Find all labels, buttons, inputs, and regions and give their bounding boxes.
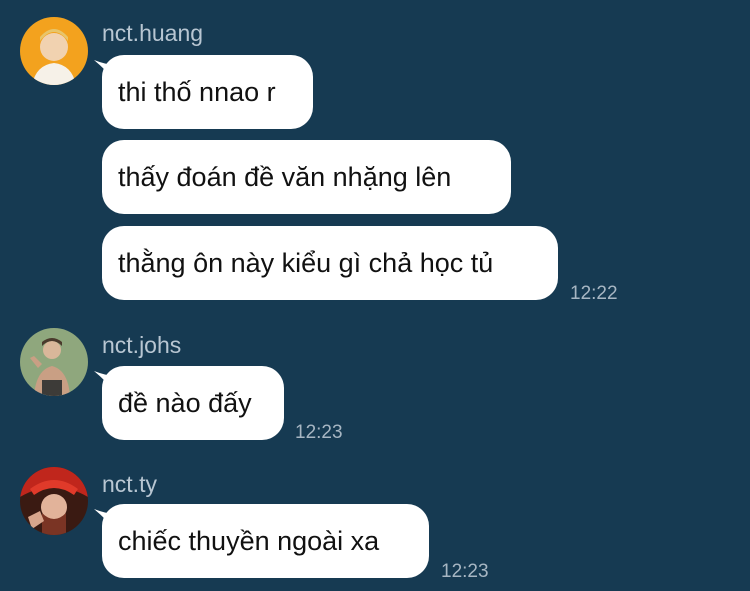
message-bubble[interactable]: thằng ôn này kiểu gì chả học tủ — [102, 226, 558, 300]
avatar-photo-green — [20, 328, 88, 396]
avatar-photo-orange — [20, 17, 88, 85]
message-time: 12:23 — [295, 422, 343, 443]
chat-thread: nct.huang thi thố nnao r thấy đoán đề vă… — [0, 0, 750, 591]
avatar-photo-red — [20, 467, 88, 535]
message-bubble[interactable]: đề nào đấy — [102, 366, 284, 440]
message-time: 12:23 — [441, 561, 489, 582]
message-time: 12:22 — [570, 283, 618, 304]
avatar-nct-johs[interactable] — [20, 328, 88, 396]
sender-name: nct.huang — [102, 20, 204, 46]
message-bubble[interactable]: thi thố nnao r — [102, 55, 313, 129]
sender-name: nct.ty — [102, 471, 157, 497]
message-bubble[interactable]: thấy đoán đề văn nhặng lên — [102, 140, 511, 214]
avatar-nct-ty[interactable] — [20, 467, 88, 535]
sender-name: nct.johs — [102, 332, 182, 358]
message-bubble[interactable]: chiếc thuyền ngoài xa — [102, 504, 429, 578]
avatar-nct-huang[interactable] — [20, 17, 88, 85]
